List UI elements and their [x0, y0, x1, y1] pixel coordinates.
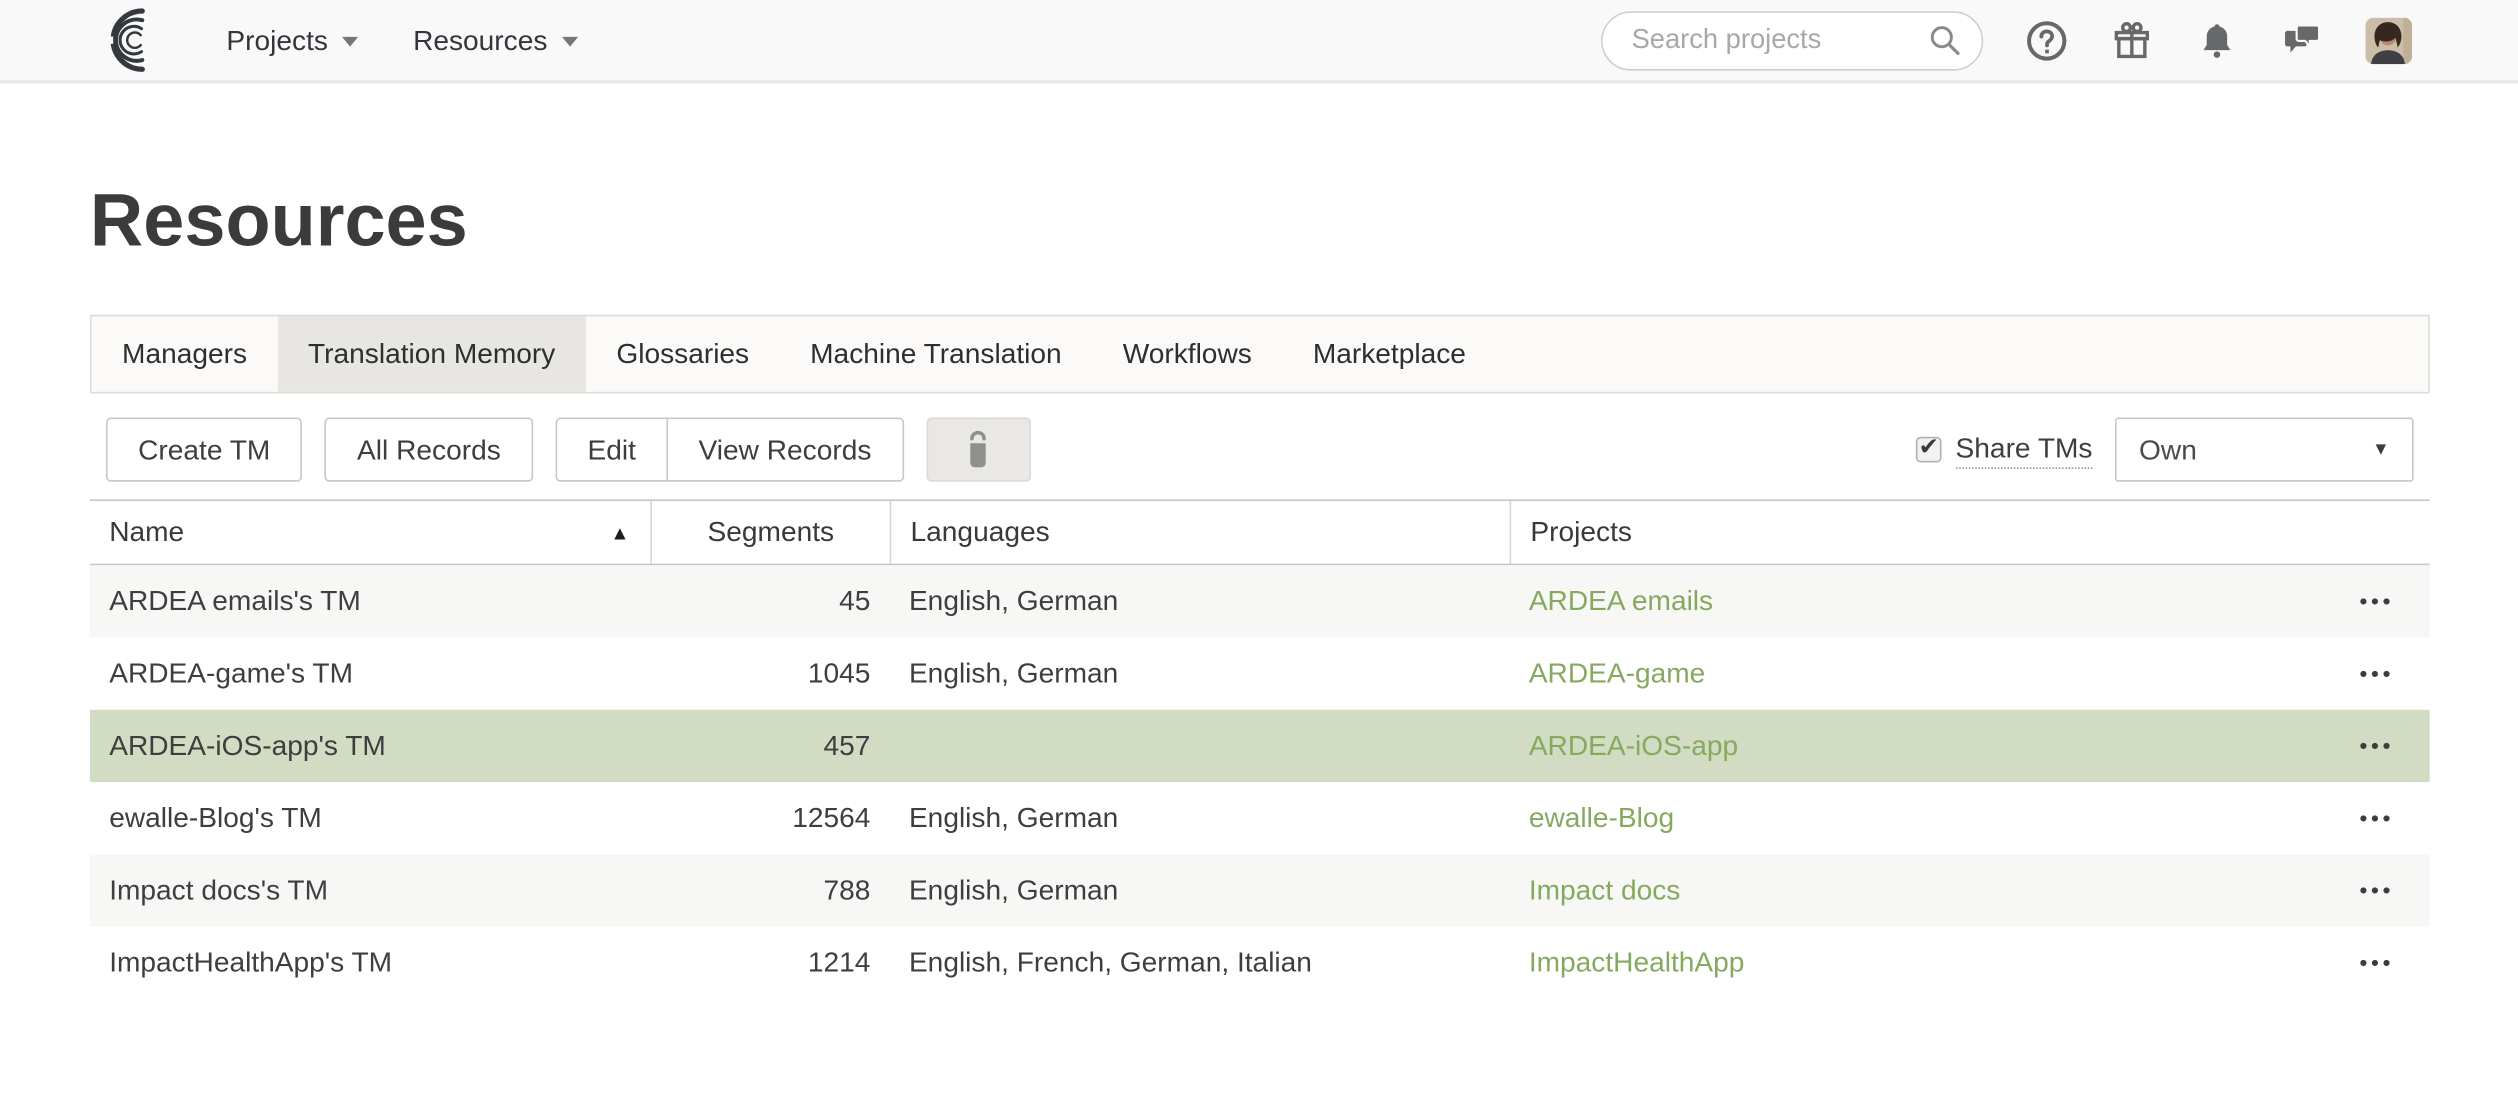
gift-icon	[2110, 18, 2153, 61]
create-tm-button[interactable]: Create TM	[106, 418, 302, 482]
edit-view-button-group: Edit View Records	[555, 418, 903, 482]
tm-segments: 788	[650, 874, 889, 908]
tab-translation-memory[interactable]: Translation Memory	[278, 316, 586, 391]
project-link[interactable]: ARDEA emails	[1529, 585, 1713, 619]
share-tms-checkbox[interactable]: ✔	[1915, 437, 1941, 463]
tm-segments: 45	[650, 585, 889, 619]
project-link[interactable]: ARDEA-game	[1529, 657, 1705, 691]
tm-languages: English, French, German, Italian	[890, 946, 1510, 980]
tm-languages: English, German	[890, 874, 1510, 908]
avatar-image	[2365, 17, 2412, 64]
topbar-actions	[1601, 10, 2412, 69]
row-menu-button[interactable]: •••	[2360, 589, 2395, 613]
row-menu-button[interactable]: •••	[2360, 662, 2395, 686]
nav-resources-label: Resources	[413, 23, 547, 57]
table-row[interactable]: ARDEA-iOS-app's TM 457 ARDEA-iOS-app •••	[90, 710, 2430, 782]
share-tms-label[interactable]: Share TMs	[1956, 431, 2093, 468]
tm-segments: 1045	[650, 657, 889, 691]
chat-icon	[2280, 18, 2323, 61]
table-row[interactable]: ImpactHealthApp's TM 1214 English, Frenc…	[90, 927, 2430, 999]
row-menu-button[interactable]: •••	[2360, 734, 2395, 758]
search-input[interactable]	[1601, 10, 1983, 69]
dropdown-caret-icon: ▼	[2372, 440, 2389, 459]
app-logo-icon[interactable]	[90, 6, 167, 73]
tm-segments: 12564	[650, 801, 889, 835]
view-records-button[interactable]: View Records	[666, 419, 901, 480]
tm-name: ARDEA-iOS-app's TM	[90, 729, 650, 763]
chat-button[interactable]	[2280, 18, 2323, 61]
help-icon	[2025, 18, 2068, 61]
nav-projects[interactable]: Projects	[226, 23, 358, 57]
row-menu-button[interactable]: •••	[2360, 951, 2395, 975]
toolbar-right: ✔ Share TMs Own ▼	[1915, 418, 2429, 482]
column-header-segments[interactable]: Segments	[650, 501, 889, 564]
help-button[interactable]	[2025, 18, 2068, 61]
tm-name: ARDEA emails's TM	[90, 585, 650, 619]
tab-machine-translation[interactable]: Machine Translation	[780, 316, 1093, 391]
notifications-button[interactable]	[2195, 18, 2238, 61]
chevron-down-icon	[562, 37, 578, 47]
tm-languages: English, German	[890, 657, 1510, 691]
tab-bar: Managers Translation Memory Glossaries M…	[90, 315, 2430, 394]
tab-marketplace[interactable]: Marketplace	[1282, 316, 1496, 391]
main-nav: Projects Resources	[226, 23, 577, 57]
check-icon: ✔	[1919, 432, 1939, 461]
table-body: ARDEA emails's TM 45 English, German ARD…	[90, 565, 2430, 999]
gift-button[interactable]	[2110, 18, 2153, 61]
tab-workflows[interactable]: Workflows	[1092, 316, 1282, 391]
nav-resources[interactable]: Resources	[413, 23, 578, 57]
tm-languages: English, German	[890, 801, 1510, 835]
column-header-projects[interactable]: Projects	[1510, 501, 2430, 564]
page-title: Resources	[90, 178, 2518, 263]
table-row[interactable]: ewalle-Blog's TM 12564 English, German e…	[90, 782, 2430, 854]
user-avatar[interactable]	[2365, 17, 2412, 64]
tm-languages: English, German	[890, 585, 1510, 619]
tm-table: Name ▲ Segments Languages Projects ARDEA…	[90, 499, 2430, 998]
search-box	[1601, 10, 1983, 69]
nav-projects-label: Projects	[226, 23, 328, 57]
tab-managers[interactable]: Managers	[92, 316, 278, 391]
tm-name: ARDEA-game's TM	[90, 657, 650, 691]
trash-icon	[961, 430, 996, 469]
table-row[interactable]: ARDEA emails's TM 45 English, German ARD…	[90, 565, 2430, 637]
table-header: Name ▲ Segments Languages Projects	[90, 499, 2430, 565]
bell-icon	[2195, 18, 2238, 61]
row-menu-button[interactable]: •••	[2360, 878, 2395, 902]
scope-dropdown-value: Own	[2139, 433, 2197, 467]
main-content: Resources Managers Translation Memory Gl…	[0, 178, 2518, 999]
tm-segments: 1214	[650, 946, 889, 980]
column-header-languages[interactable]: Languages	[890, 501, 1510, 564]
tm-name: Impact docs's TM	[90, 874, 650, 908]
project-link[interactable]: ImpactHealthApp	[1529, 946, 1745, 980]
delete-button[interactable]	[926, 418, 1030, 482]
project-link[interactable]: ARDEA-iOS-app	[1529, 729, 1738, 763]
app-window: Projects Resources	[0, 0, 2518, 1105]
project-link[interactable]: Impact docs	[1529, 874, 1681, 908]
project-link[interactable]: ewalle-Blog	[1529, 801, 1674, 835]
search-icon[interactable]	[1927, 22, 1962, 57]
toolbar: Create TM All Records Edit View Records …	[90, 416, 2430, 483]
tm-name: ImpactHealthApp's TM	[90, 946, 650, 980]
column-header-name[interactable]: Name ▲	[90, 501, 650, 564]
tm-name: ewalle-Blog's TM	[90, 801, 650, 835]
sort-asc-icon[interactable]: ▲	[610, 521, 629, 543]
scope-dropdown[interactable]: Own ▼	[2115, 418, 2414, 482]
tab-glossaries[interactable]: Glossaries	[586, 316, 780, 391]
tm-segments: 457	[650, 729, 889, 763]
row-menu-button[interactable]: •••	[2360, 806, 2395, 830]
all-records-button[interactable]: All Records	[325, 418, 533, 482]
edit-button[interactable]: Edit	[557, 419, 666, 480]
table-row[interactable]: ARDEA-game's TM 1045 English, German ARD…	[90, 638, 2430, 710]
topbar: Projects Resources	[0, 0, 2518, 84]
chevron-down-icon	[342, 37, 358, 47]
table-row[interactable]: Impact docs's TM 788 English, German Imp…	[90, 854, 2430, 926]
